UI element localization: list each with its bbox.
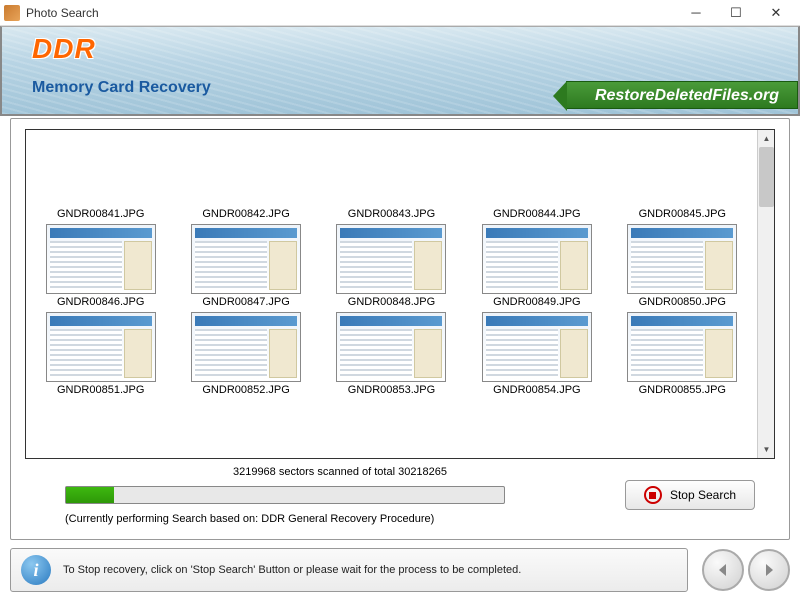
thumbnail-image <box>627 224 737 294</box>
info-icon: i <box>21 555 51 585</box>
progress-status-text: 3219968 sectors scanned of total 3021826… <box>0 466 775 478</box>
thumbnail-label: GNDR00855.JPG <box>639 384 726 396</box>
thumbnail-item[interactable]: GNDR00841.JPG <box>28 134 173 222</box>
thumbnail-label: GNDR00852.JPG <box>202 384 289 396</box>
next-button[interactable] <box>748 549 790 591</box>
thumbnail-item[interactable]: GNDR00851.JPG <box>28 310 173 398</box>
thumbnail-item[interactable]: GNDR00843.JPG <box>319 134 464 222</box>
thumbnail-image <box>46 312 156 382</box>
stop-button-label: Stop Search <box>670 488 736 502</box>
titlebar: Photo Search ─ ☐ ✕ <box>0 0 800 26</box>
thumbnail-image <box>46 224 156 294</box>
chevron-left-icon <box>714 561 732 579</box>
thumbnail-item[interactable]: GNDR00842.JPG <box>173 134 318 222</box>
scroll-down-icon[interactable]: ▼ <box>758 441 775 458</box>
previous-button[interactable] <box>702 549 744 591</box>
progress-subtext: (Currently performing Search based on: D… <box>65 513 775 525</box>
thumbnail-label: GNDR00849.JPG <box>493 296 580 308</box>
thumbnail-item[interactable]: GNDR00849.JPG <box>464 222 609 310</box>
stop-icon <box>644 486 662 504</box>
thumbnail-image <box>191 312 301 382</box>
thumbnail-label: GNDR00853.JPG <box>348 384 435 396</box>
app-subtitle: Memory Card Recovery <box>32 79 211 97</box>
stop-search-button[interactable]: Stop Search <box>625 480 755 510</box>
main-panel: GNDR00841.JPG GNDR00842.JPG GNDR00843.JP… <box>10 118 790 540</box>
thumbnail-label: GNDR00848.JPG <box>348 296 435 308</box>
close-button[interactable]: ✕ <box>756 1 796 25</box>
thumbnail-image <box>627 312 737 382</box>
thumbnail-item[interactable]: GNDR00853.JPG <box>319 310 464 398</box>
info-text: To Stop recovery, click on 'Stop Search'… <box>63 564 521 576</box>
thumbnail-image <box>482 224 592 294</box>
header-banner: DDR Memory Card Recovery RestoreDeletedF… <box>0 26 800 116</box>
maximize-button[interactable]: ☐ <box>716 1 756 25</box>
thumbnail-image <box>191 224 301 294</box>
thumbnail-item[interactable]: GNDR00852.JPG <box>173 310 318 398</box>
website-ribbon: RestoreDeletedFiles.org <box>566 81 798 109</box>
thumbnail-item[interactable]: GNDR00846.JPG <box>28 222 173 310</box>
thumbnail-label: GNDR00854.JPG <box>493 384 580 396</box>
thumbnail-image <box>482 312 592 382</box>
thumbnail-label: GNDR00842.JPG <box>202 208 289 220</box>
thumbnail-image <box>336 224 446 294</box>
window-title: Photo Search <box>26 6 676 20</box>
thumbnail-label: GNDR00847.JPG <box>202 296 289 308</box>
thumbnail-item[interactable]: GNDR00854.JPG <box>464 310 609 398</box>
progress-area: 3219968 sectors scanned of total 3021826… <box>25 466 775 525</box>
thumbnail-item[interactable]: GNDR00855.JPG <box>610 310 755 398</box>
thumbnail-item[interactable]: GNDR00850.JPG <box>610 222 755 310</box>
thumbnail-item[interactable]: GNDR00845.JPG <box>610 134 755 222</box>
thumbnail-label: GNDR00841.JPG <box>57 208 144 220</box>
logo-text: DDR <box>32 33 96 65</box>
thumbnail-label: GNDR00851.JPG <box>57 384 144 396</box>
vertical-scrollbar[interactable]: ▲ ▼ <box>757 130 774 458</box>
progress-bar <box>65 486 505 504</box>
minimize-button[interactable]: ─ <box>676 1 716 25</box>
thumbnail-label: GNDR00846.JPG <box>57 296 144 308</box>
thumbnail-item[interactable]: GNDR00848.JPG <box>319 222 464 310</box>
progress-fill <box>66 487 114 503</box>
thumbnail-label: GNDR00843.JPG <box>348 208 435 220</box>
thumbnail-scroll-area[interactable]: GNDR00841.JPG GNDR00842.JPG GNDR00843.JP… <box>26 130 757 458</box>
app-icon <box>4 5 20 21</box>
thumbnail-grid-container: GNDR00841.JPG GNDR00842.JPG GNDR00843.JP… <box>25 129 775 459</box>
thumbnail-image <box>336 312 446 382</box>
thumbnail-label: GNDR00845.JPG <box>639 208 726 220</box>
thumbnail-item[interactable]: GNDR00844.JPG <box>464 134 609 222</box>
thumbnail-label: GNDR00844.JPG <box>493 208 580 220</box>
thumbnail-item[interactable]: GNDR00847.JPG <box>173 222 318 310</box>
chevron-right-icon <box>760 561 778 579</box>
thumbnail-label: GNDR00850.JPG <box>639 296 726 308</box>
scrollbar-thumb[interactable] <box>759 147 774 207</box>
info-panel: i To Stop recovery, click on 'Stop Searc… <box>10 548 688 592</box>
scroll-up-icon[interactable]: ▲ <box>758 130 775 147</box>
footer: i To Stop recovery, click on 'Stop Searc… <box>10 546 790 594</box>
